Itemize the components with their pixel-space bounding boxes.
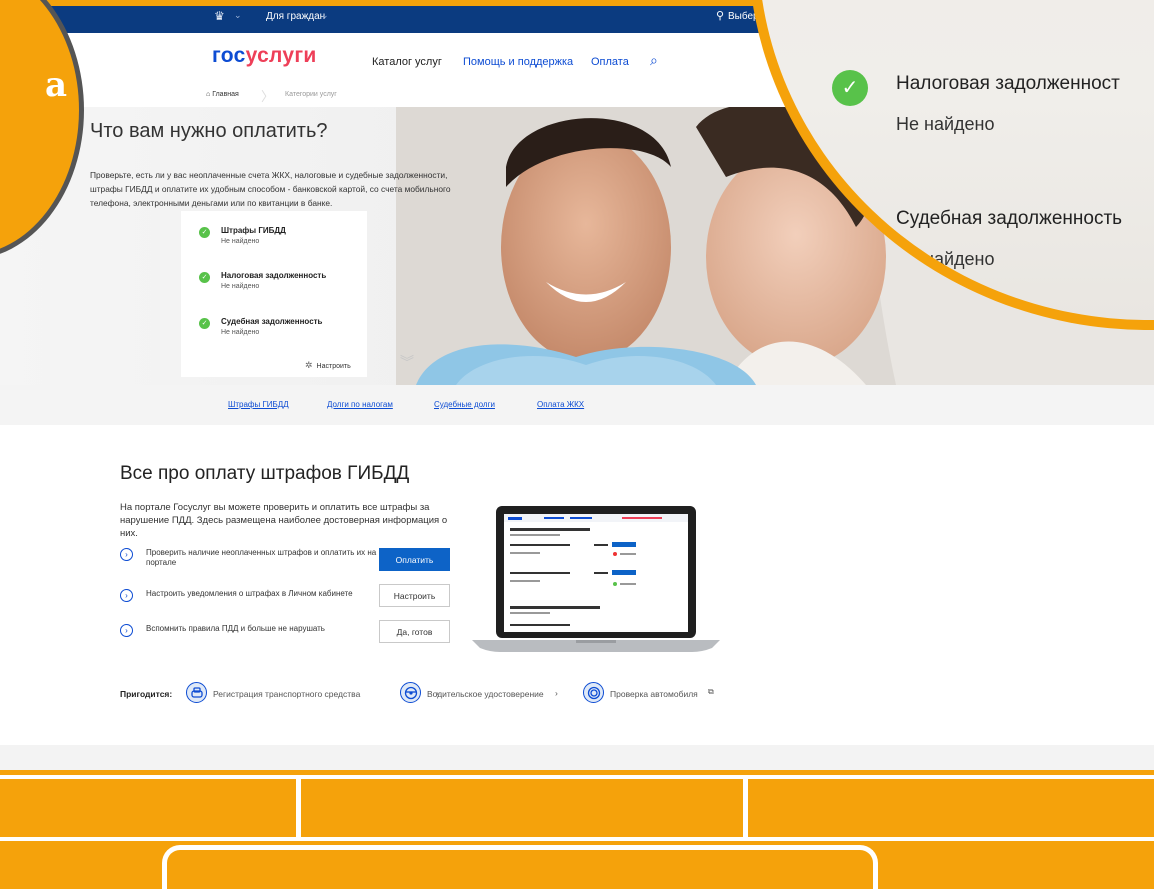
useful-link-label: Водительское удостоверение <box>427 689 544 699</box>
quick-links-bar: Штрафы ГИБДД Долги по налогам Судебные д… <box>0 385 1154 425</box>
check-circle-icon: ✓ <box>199 318 210 329</box>
nav-payment[interactable]: Оплата <box>591 56 629 68</box>
tire-icon <box>583 682 604 703</box>
zoomed-check-status: Не найдено <box>896 249 995 269</box>
check-item-title: Штрафы ГИБДД <box>221 226 286 235</box>
useful-links: Пригодится: Регистрация транспортного ср… <box>120 682 740 710</box>
car-icon <box>186 682 207 703</box>
configure-button[interactable]: Настроить <box>379 584 450 607</box>
section-description: На портале Госуслуг вы можете проверить … <box>120 502 448 539</box>
decor-white-line <box>296 779 301 839</box>
coat-of-arms-icon[interactable]: ♛ <box>214 9 230 23</box>
decor-white-line <box>0 837 1154 841</box>
quick-link-court[interactable]: Судебные долги <box>434 400 495 409</box>
chevron-right-icon: › <box>555 688 558 698</box>
hero-title: Что вам нужно оплатить? <box>90 120 328 142</box>
magnifier-left-letter: a <box>45 65 68 105</box>
chevron-right-circle-icon: › <box>120 548 133 561</box>
quick-link-taxes[interactable]: Долги по налогам <box>327 400 393 409</box>
breadcrumb-home-label: Главная <box>212 91 239 98</box>
decor-white-rounded-box <box>162 845 878 889</box>
check-item-title: Налоговая задолженность <box>221 271 327 280</box>
breadcrumb-separator: 〉 <box>261 89 275 104</box>
configure-label: Настроить <box>316 363 351 370</box>
external-link-icon: ⧉ <box>708 687 714 696</box>
useful-label: Пригодится: <box>120 689 173 699</box>
check-item-status: Не найдено <box>221 238 260 245</box>
chevron-down-icon[interactable]: ⌄ <box>234 10 242 21</box>
logo-part-uslugi: услуги <box>245 44 317 67</box>
screenshot-stage: ♛ ⌄ Для граждан ⌄ ⚲ Выбер госуслуги Ката… <box>0 0 1154 889</box>
quick-link-utilities[interactable]: Оплата ЖКХ <box>537 400 584 409</box>
search-icon[interactable]: ⌕ <box>650 52 658 69</box>
check-circle-icon: ✓ <box>199 272 210 283</box>
scroll-down-icon[interactable]: ︾ <box>400 352 414 372</box>
action-text: Проверить наличие неоплаченных штрафов и… <box>146 548 377 567</box>
check-circle-icon: ✓ <box>199 227 210 238</box>
logo-part-gos: гос <box>212 44 246 67</box>
ready-button[interactable]: Да, готов <box>379 620 450 643</box>
zoomed-check-status: Не найдено <box>896 114 995 134</box>
decor-white-line <box>743 779 748 839</box>
check-item-status: Не найдено <box>221 329 260 336</box>
useful-link-label: Проверка автомобиля <box>610 689 698 699</box>
orange-frame-top <box>0 0 770 6</box>
hero-description: Проверьте, есть ли у вас неоплаченные сч… <box>90 170 451 208</box>
check-item-title: Судебная задолженность <box>221 317 323 326</box>
audience-selector[interactable]: Для граждан <box>266 11 325 22</box>
check-circle-icon: ✓ <box>832 70 868 106</box>
action-text: Вспомнить правила ПДД и больше не наруша… <box>146 624 325 633</box>
check-item-status: Не найдено <box>221 283 260 290</box>
zoomed-check-title: Налоговая задолженност <box>896 73 1120 94</box>
gear-icon: ✲ <box>305 360 313 370</box>
laptop-screenshot-illustration <box>472 506 720 652</box>
breadcrumb-home[interactable]: ⌂ Главная <box>206 91 239 98</box>
chevron-right-circle-icon: › <box>120 624 133 637</box>
chevron-down-icon[interactable]: ⌄ <box>321 10 329 21</box>
gosuslugi-logo[interactable]: госуслуги <box>212 44 317 68</box>
site-footer-strip <box>0 745 1154 770</box>
decor-white-line <box>0 775 1154 779</box>
nav-catalog[interactable]: Каталог услуг <box>372 56 442 68</box>
section-title: Все про оплату штрафов ГИБДД <box>120 463 410 484</box>
action-text: Настроить уведомления о штрафах в Личном… <box>146 589 353 598</box>
debt-check-card: ✓ Штрафы ГИБДД Не найдено ✓ Налоговая за… <box>181 211 367 377</box>
nav-help[interactable]: Помощь и поддержка <box>463 56 573 68</box>
useful-link-label: Регистрация транспортного средства <box>213 689 361 699</box>
configure-link[interactable]: ✲ Настроить <box>305 360 351 371</box>
breadcrumb-current: Категории услуг <box>285 91 337 98</box>
zoomed-check-title: Судебная задолженность <box>896 208 1123 229</box>
location-pin-icon[interactable]: ⚲ <box>716 9 724 22</box>
chevron-right-circle-icon: › <box>120 589 133 602</box>
quick-link-fines[interactable]: Штрафы ГИБДД <box>228 400 289 409</box>
steering-wheel-icon <box>400 682 421 703</box>
pay-button[interactable]: Оплатить <box>379 548 450 571</box>
check-circle-icon: ✓ <box>832 205 868 241</box>
